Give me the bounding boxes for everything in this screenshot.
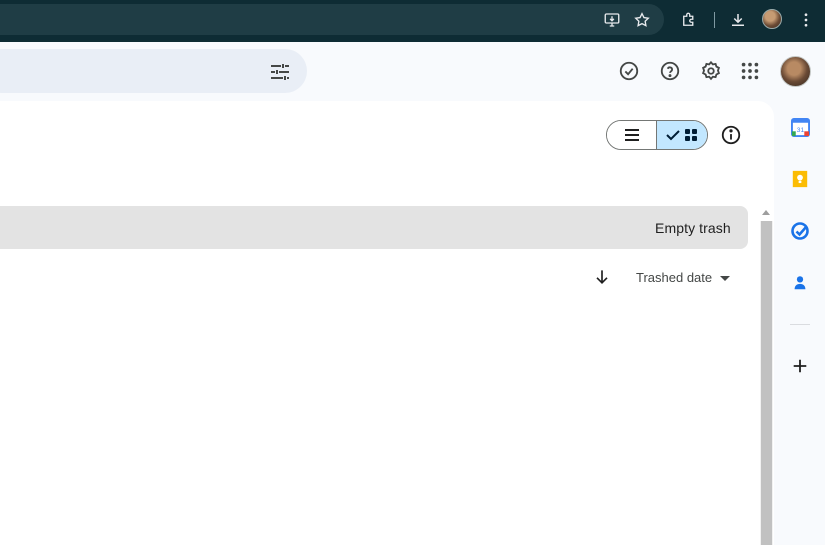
downloads-icon[interactable] — [727, 9, 749, 31]
calendar-day: 31 — [796, 126, 804, 133]
main-content — [0, 101, 774, 545]
address-bar[interactable] — [0, 4, 664, 35]
add-icon[interactable] — [790, 356, 810, 376]
contacts-icon[interactable] — [790, 273, 810, 293]
settings-icon[interactable] — [699, 59, 723, 83]
empty-trash-button[interactable]: Empty trash — [655, 220, 731, 236]
grid-icon — [685, 129, 697, 141]
side-panel — [776, 101, 825, 545]
help-icon[interactable] — [658, 59, 682, 83]
extensions-icon[interactable] — [678, 9, 700, 31]
more-menu-icon[interactable] — [795, 9, 817, 31]
dropdown-caret-icon — [720, 276, 731, 281]
keep-icon[interactable] — [790, 169, 810, 189]
calendar-icon[interactable]: 31 — [790, 117, 810, 137]
check-icon — [666, 130, 680, 141]
list-icon — [624, 129, 639, 141]
install-app-icon[interactable] — [601, 9, 623, 31]
offline-ready-icon[interactable] — [617, 59, 641, 83]
apps-grid-icon[interactable] — [738, 59, 762, 83]
layout-toggle[interactable] — [606, 120, 708, 150]
scroll-up-arrow-icon[interactable] — [762, 210, 770, 215]
scrollbar-thumb[interactable] — [761, 221, 772, 545]
list-layout-button[interactable] — [607, 121, 657, 149]
trash-banner — [0, 206, 748, 249]
sort-field-label: Trashed date — [636, 270, 713, 285]
search-input[interactable] — [0, 49, 307, 93]
sort-direction-icon[interactable] — [592, 267, 612, 287]
bookmark-star-icon[interactable] — [631, 9, 653, 31]
profile-avatar[interactable] — [762, 9, 782, 29]
tasks-icon[interactable] — [790, 221, 810, 241]
info-icon[interactable] — [720, 124, 742, 146]
account-avatar[interactable] — [780, 56, 811, 87]
side-panel-divider — [790, 324, 810, 325]
toolbar-separator — [714, 12, 715, 28]
sort-field-dropdown[interactable]: Trashed date — [636, 270, 731, 285]
search-options-icon[interactable] — [268, 60, 292, 84]
grid-layout-button[interactable] — [657, 121, 707, 149]
